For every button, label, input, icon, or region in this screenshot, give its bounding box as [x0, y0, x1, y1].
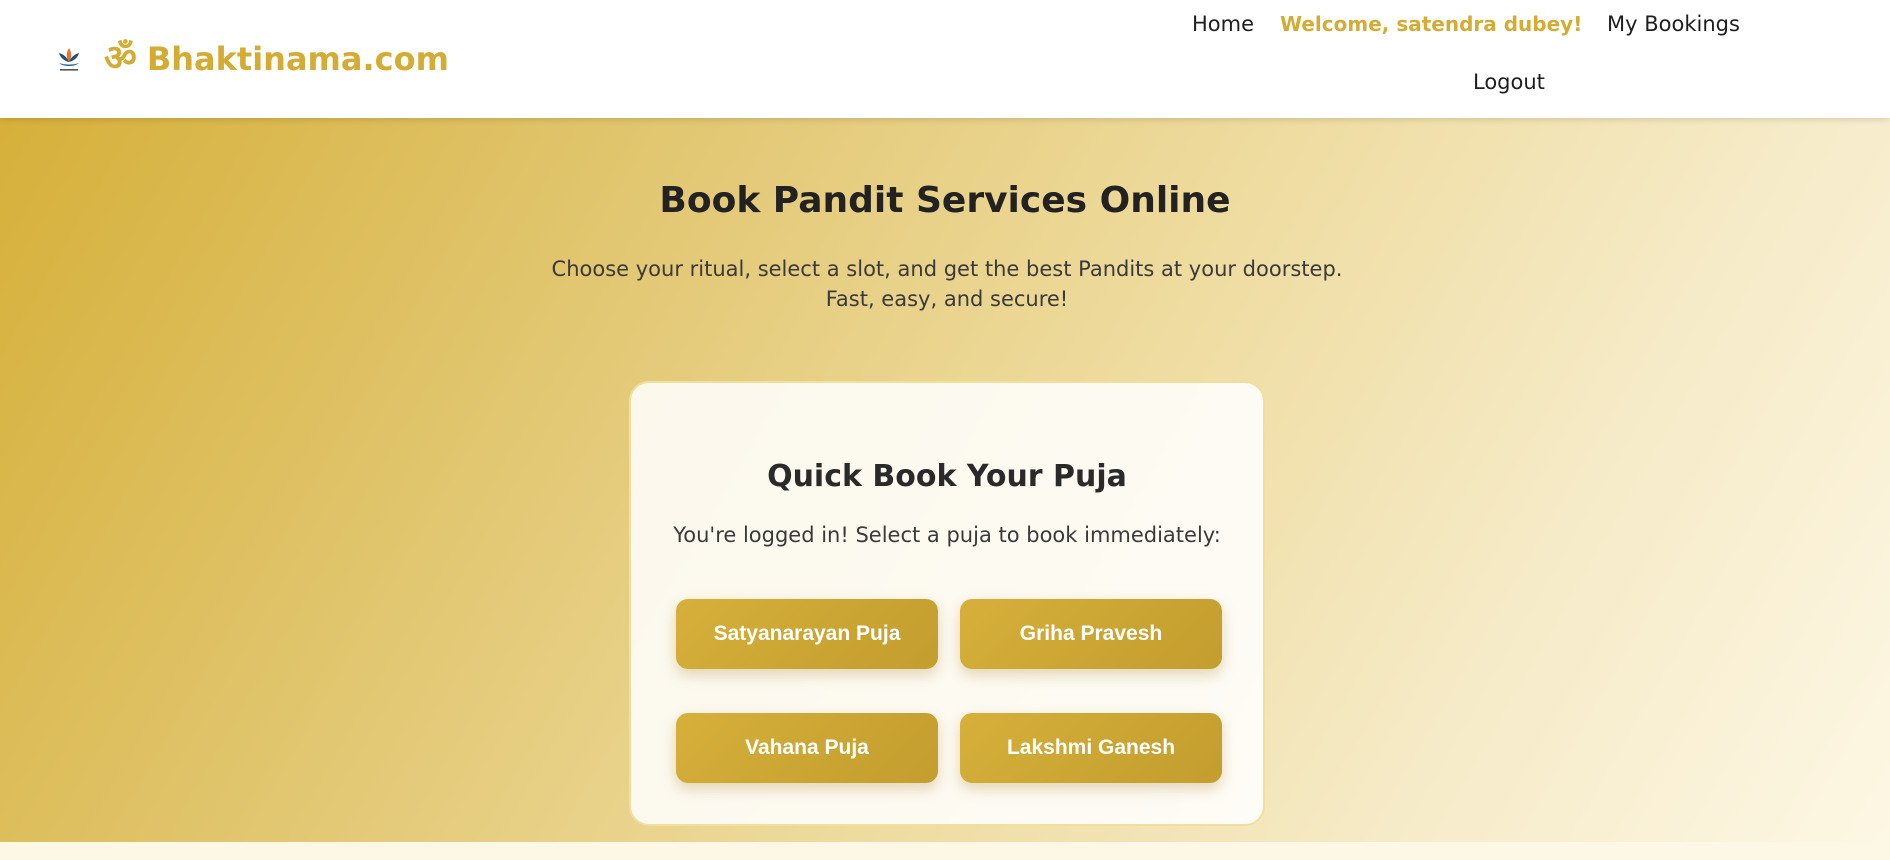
hero-subtitle: Choose your ritual, select a slot, and g… [551, 257, 1343, 311]
puja-button-satyanarayan[interactable]: Satyanarayan Puja [676, 599, 938, 669]
nav-logout-link[interactable]: Logout [1473, 68, 1545, 96]
quick-book-subtitle: You're logged in! Select a puja to book … [673, 523, 1221, 547]
welcome-message: Welcome, satendra dubey! [1280, 12, 1583, 36]
puja-button-griha-pravesh[interactable]: Griha Pravesh [960, 599, 1222, 669]
quick-book-title: Quick Book Your Puja [767, 459, 1127, 494]
nav-home-link[interactable]: Home [1192, 10, 1254, 38]
puja-button-vahana[interactable]: Vahana Puja [676, 713, 938, 783]
quick-book-card: Quick Book Your Puja You're logged in! S… [629, 381, 1265, 826]
hero-section: Book Pandit Services Online Choose your … [0, 118, 1890, 842]
puja-button-lakshmi-ganesh[interactable]: Lakshmi Ganesh [960, 713, 1222, 783]
site-header: ॐ Bhaktinama.com Home Welcome, satendra … [0, 0, 1890, 118]
lotus-logo-icon[interactable] [54, 44, 84, 74]
nav-my-bookings-link[interactable]: My Bookings [1607, 10, 1740, 38]
om-symbol-icon: ॐ [104, 38, 137, 79]
hero-title: Book Pandit Services Online [659, 180, 1231, 221]
brand-name: Bhaktinama.com [146, 40, 449, 78]
page-below-fold [0, 842, 1890, 860]
brand-link[interactable]: ॐ Bhaktinama.com [104, 36, 449, 82]
